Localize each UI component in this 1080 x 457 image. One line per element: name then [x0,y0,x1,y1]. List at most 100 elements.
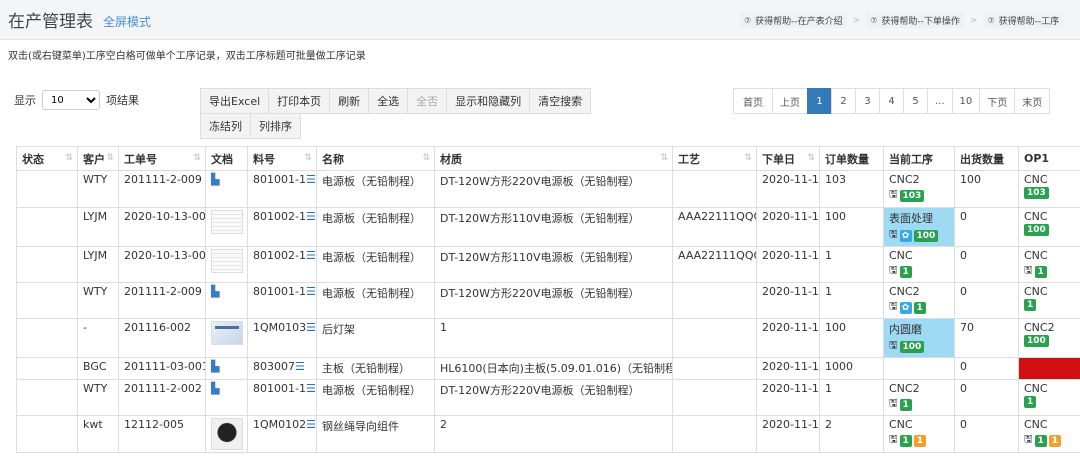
op1-cell[interactable]: CNC [1018,357,1080,380]
document-icon[interactable]: ▙ [211,173,219,186]
document-thumbnail[interactable] [211,321,243,345]
fullscreen-link[interactable]: 全屏模式 [103,13,151,30]
page-1[interactable]: 1 [807,88,832,114]
current-process-cell[interactable]: 表面处理 🖫 ✿ 100 [883,207,955,247]
document-icon[interactable]: ▙ [211,285,219,298]
quantity-badge: 1 [1034,434,1047,447]
table-row[interactable]: LYJM 2020-10-13-001 801002-1☰ 电源板（无铅制程） … [16,207,1080,247]
help-button-intro[interactable]: ⑦ 获得帮助--在产表介绍 [740,13,847,28]
page-title: 在产管理表 [8,12,93,32]
export-excel-button[interactable]: 导出Excel [200,88,270,114]
table-row[interactable]: BGC 201111-03-001 ▙ 803007☰ 主板（无铅制程） HL6… [16,357,1080,380]
op1-cell[interactable]: CNC2 100 [1018,318,1080,358]
help-icon: ⑦ [987,16,995,25]
current-process-cell[interactable]: CNC2 🖫 ✿ 1 [883,282,955,319]
table-row[interactable]: kwt 12112-005 1QM0102☰ 钢丝绳导向组件 2 2020-11… [16,415,1080,453]
document-thumbnail[interactable] [211,418,243,450]
quantity-badge: 103 [899,189,925,202]
list-icon[interactable]: ☰ [295,360,305,373]
list-icon[interactable]: ☰ [306,249,316,262]
col-name[interactable]: 名称 ⇅ [316,146,435,171]
col-op1[interactable]: OP1 [1018,146,1080,171]
op1-cell[interactable]: CNC 🖫 1 [1018,246,1080,283]
col-order[interactable]: 工单号 ⇅ [118,146,206,171]
sort-icon: ⇅ [106,153,114,163]
op1-cell[interactable]: CNC 103 [1018,170,1080,208]
col-shipped[interactable]: 出货数量 [954,146,1019,171]
quantity-badge: 100 [899,340,925,353]
op1-cell[interactable]: CNC 1 [1018,379,1080,416]
list-icon[interactable]: ☰ [306,285,316,298]
col-status[interactable]: 状态 ⇅ [16,146,78,171]
doc-cell[interactable]: ▙ [205,170,248,208]
table-row[interactable]: LYJM 2020-10-13-004 801002-1☰ 电源板（无铅制程） … [16,246,1080,283]
page-prev[interactable]: 上页 [772,88,808,114]
help-button-process[interactable]: ⑦ 获得帮助--工序 [983,13,1064,28]
machine-icon: 🖫 [889,229,898,240]
sort-icon: ⇅ [65,153,73,163]
select-none-button[interactable]: 全否 [407,88,448,114]
doc-cell[interactable]: ▙ [205,282,248,319]
current-process-cell[interactable]: 内圆磨 🖫 100 [883,318,955,358]
op1-cell[interactable]: CNC 1 [1018,282,1080,319]
page-length-select[interactable]: 10 [42,90,100,110]
document-icon[interactable]: ▙ [211,382,219,395]
print-page-button[interactable]: 打印本页 [268,88,331,114]
list-icon[interactable]: ☰ [306,418,315,431]
doc-cell[interactable] [205,415,248,453]
table-row[interactable]: WTY 201111-2-009 ▙ 801001-1☰ 电源板（无铅制程） D… [16,282,1080,319]
page-2[interactable]: 2 [831,88,856,114]
op1-cell[interactable]: CNC 🖫 1 1 [1018,415,1080,453]
col-doc[interactable]: 文档 [205,146,248,171]
production-table: 状态 ⇅ 客户 ⇅ 工单号 ⇅ 文档 料号 ⇅ 名称 ⇅ 材质 ⇅ 工艺 ⇅ 下单日 ⇅ 订单数… [16,146,1080,453]
toggle-columns-button[interactable]: 显示和隐藏列 [446,88,531,114]
refresh-button[interactable]: 刷新 [329,88,370,114]
table-row[interactable]: WTY 201111-2-009 ▙ 801001-1☰ 电源板（无铅制程） D… [16,170,1080,208]
doc-cell[interactable] [205,246,248,283]
current-process-cell[interactable]: CNC 🖫 1 [883,246,955,283]
sort-icon: ⇅ [193,153,201,163]
col-part[interactable]: 料号 ⇅ [247,146,317,171]
col-qty[interactable]: 订单数量 [819,146,884,171]
page-5[interactable]: 5 [903,88,928,114]
quantity-badge: 1 [1034,265,1047,278]
document-thumbnail[interactable] [211,210,243,234]
doc-cell[interactable] [205,207,248,247]
document-thumbnail[interactable] [211,249,243,273]
op1-cell[interactable]: CNC 100 [1018,207,1080,247]
col-customer[interactable]: 客户 ⇅ [77,146,119,171]
col-craft[interactable]: 工艺 ⇅ [672,146,757,171]
list-icon[interactable]: ☰ [306,210,316,223]
page-3[interactable]: 3 [855,88,880,114]
select-all-button[interactable]: 全选 [368,88,409,114]
page-next[interactable]: 下页 [979,88,1016,114]
doc-cell[interactable]: ▙ [205,379,248,416]
list-icon[interactable]: ☰ [306,321,315,334]
col-material[interactable]: 材质 ⇅ [434,146,673,171]
current-process-cell[interactable]: CNC 🖫 1 1 [883,415,955,453]
table-row[interactable]: WTY 201111-2-002 ▙ 801001-1☰ 电源板（无铅制程） D… [16,379,1080,416]
current-process-cell[interactable]: CNC2 🖫 103 [883,170,955,208]
page-first[interactable]: 首页 [733,88,773,114]
table-row[interactable]: - 201116-002 1QM0103☰ 后灯架 1 2020-11-16 1… [16,318,1080,358]
document-icon[interactable]: ▙ [211,360,219,373]
quantity-badge: 100 [1024,335,1049,347]
page-last[interactable]: 末页 [1014,88,1051,114]
freeze-columns-button[interactable]: 冻结列 [200,113,251,139]
pagination: 首页 上页 1 2 3 4 5 ... 10 下页 末页 [733,88,1051,114]
help-button-order[interactable]: ⑦ 获得帮助--下单操作 [866,13,964,28]
list-icon[interactable]: ☰ [306,173,316,186]
column-order-button[interactable]: 列排序 [250,113,301,139]
doc-cell[interactable]: ▙ [205,357,248,380]
current-process-cell[interactable]: CNC2 🖫 1 [883,379,955,416]
col-date[interactable]: 下单日 ⇅ [756,146,820,171]
col-current[interactable]: 当前工序 [883,146,955,171]
page-4[interactable]: 4 [879,88,904,114]
clear-search-button[interactable]: 清空搜索 [529,88,592,114]
current-process-cell[interactable] [883,357,955,380]
quantity-badge: 1 [899,434,912,447]
quantity-badge: 1 [1048,434,1062,447]
list-icon[interactable]: ☰ [306,382,316,395]
page-10[interactable]: 10 [951,88,981,114]
doc-cell[interactable] [205,318,248,358]
